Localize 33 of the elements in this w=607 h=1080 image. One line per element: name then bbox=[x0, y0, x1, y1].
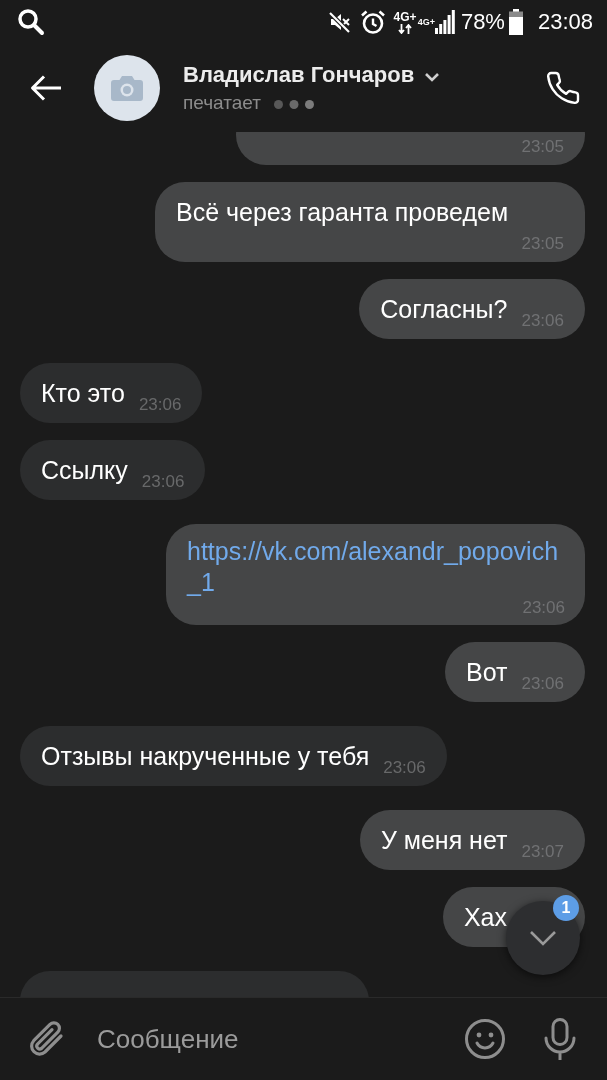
message-input[interactable]: Сообщение bbox=[97, 1014, 437, 1064]
message-text: Всё через гаранта проведем bbox=[176, 197, 509, 227]
contact-name: Владислав Гончаров bbox=[183, 61, 415, 89]
message-link[interactable]: https://vk.com/alexandr_popovich_1 bbox=[187, 536, 565, 598]
typing-status: печатает bbox=[183, 91, 261, 115]
message-text: Хах bbox=[463, 902, 507, 932]
message-time: 23:06 bbox=[383, 758, 426, 778]
microphone-icon[interactable] bbox=[543, 1018, 577, 1060]
message-text: Ссылку bbox=[41, 455, 128, 485]
chevron-down-icon bbox=[529, 930, 557, 946]
phone-icon[interactable] bbox=[545, 70, 581, 106]
typing-dots-icon bbox=[273, 100, 314, 109]
alarm-clock-icon bbox=[359, 9, 386, 35]
signal-icon bbox=[434, 10, 455, 34]
network-type-label: 4G+ bbox=[417, 17, 435, 27]
search-icon bbox=[17, 8, 45, 36]
network-type-label: 4G+ bbox=[393, 10, 417, 24]
message-text: Вот bbox=[465, 657, 508, 687]
chevron-down-icon bbox=[424, 71, 441, 82]
message-text: Кто это bbox=[41, 378, 125, 408]
message-text: У меня нет bbox=[380, 825, 508, 855]
battery-icon bbox=[508, 9, 523, 35]
back-arrow-icon[interactable] bbox=[30, 74, 62, 102]
smiley-icon[interactable] bbox=[465, 1019, 505, 1059]
camera-icon bbox=[111, 75, 143, 101]
mute-icon bbox=[327, 10, 352, 34]
data-arrows-icon bbox=[398, 23, 413, 34]
battery-percent: 78% bbox=[460, 9, 505, 35]
message-text: Отзывы накрученные у тебя bbox=[41, 741, 370, 771]
message-text: Согласны? bbox=[380, 294, 508, 324]
clock-time: 23:08 bbox=[537, 9, 593, 35]
message-time: 23:06 bbox=[138, 395, 182, 415]
message-time: 23:06 bbox=[141, 472, 185, 492]
